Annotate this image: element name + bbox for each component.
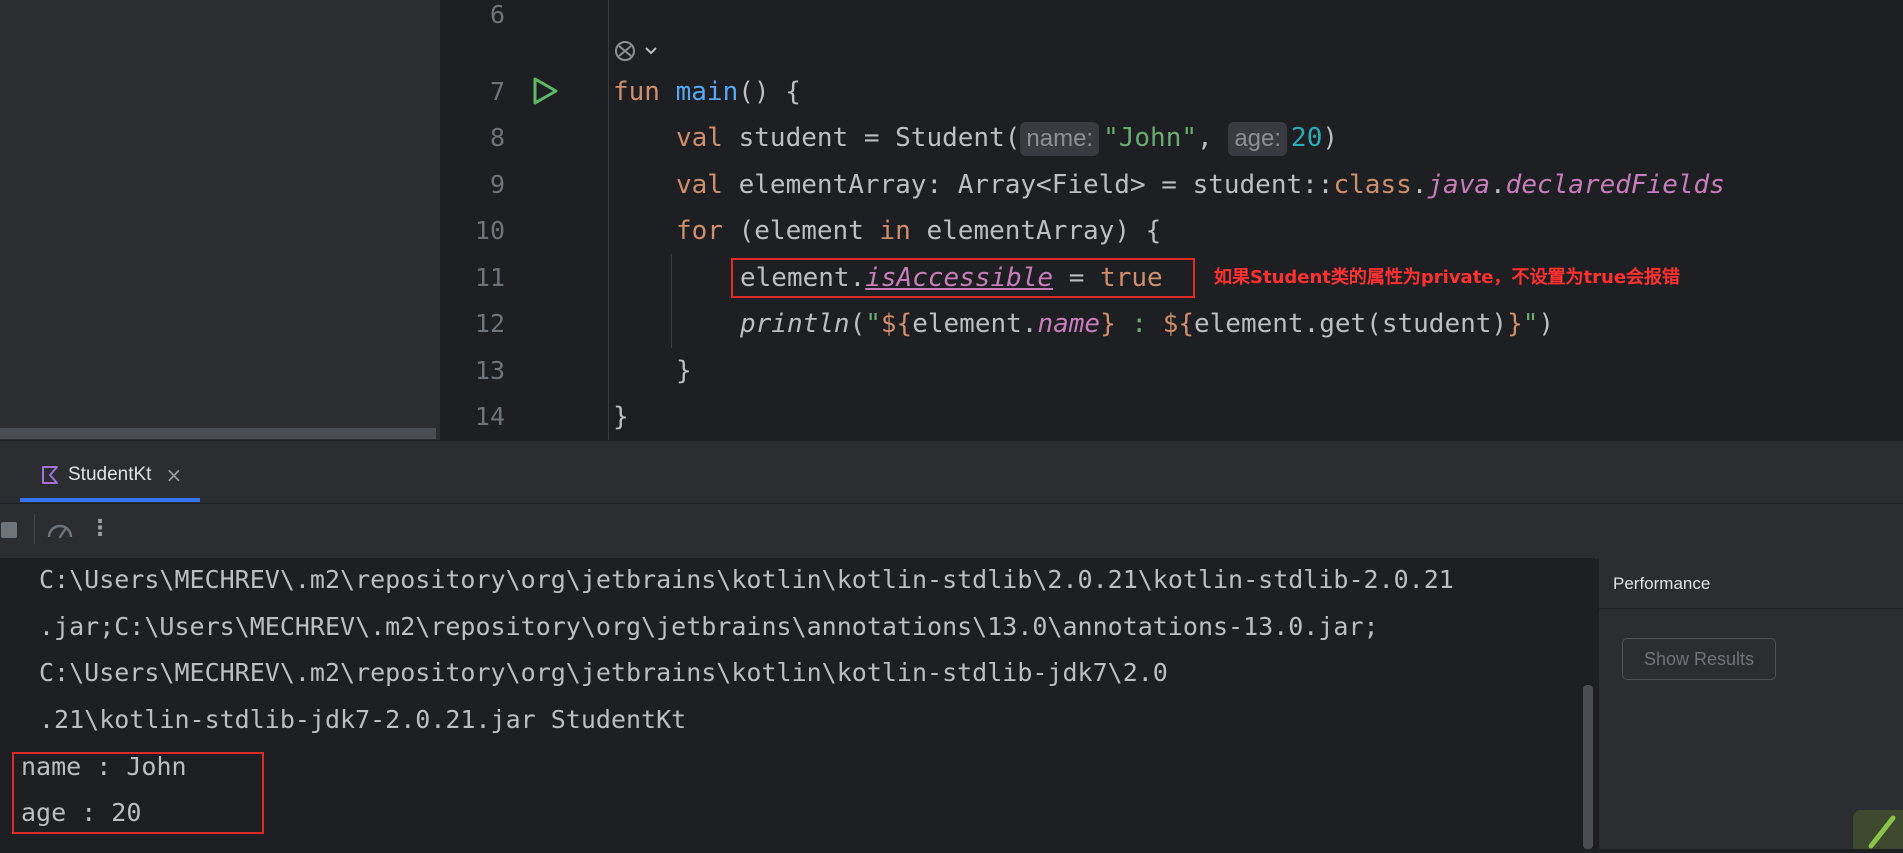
show-results-button[interactable]: Show Results [1622,638,1776,680]
line-number: 12 [474,309,505,338]
code-text: element.get(student) [1194,309,1508,339]
stop-icon[interactable] [1,522,17,538]
close-icon[interactable]: × [165,463,182,487]
keyword: class [1333,170,1412,200]
line-number: 6 [489,0,505,29]
profiler-icon[interactable] [46,517,74,543]
string-literal: " [865,309,881,339]
string-literal: : [1115,309,1163,339]
template-brace: } [1507,309,1523,339]
annotation-text: 如果Student类的属性为private，不设置为true会报错 [1214,267,1681,288]
code-text: student = Student( [722,123,1021,153]
template-brace: } [1100,309,1116,339]
code-editor[interactable] [443,0,1903,440]
code-text: ( [849,309,866,339]
performance-title: Performance [1613,574,1711,593]
line-number: 9 [489,170,505,199]
parameter-hint: name: [1020,122,1100,156]
parameter-hint: age: [1228,122,1288,156]
code-vision-icon[interactable] [612,38,660,64]
highlight-box [12,752,264,834]
more-options-icon[interactable]: ⋮ [89,516,111,541]
template-brace: ${ [1162,309,1194,339]
console-line: .21\kotlin-stdlib-jdk7-2.0.21.jar Studen… [39,705,687,734]
line-number: 10 [474,216,505,245]
gutter-divider [608,0,609,440]
keyword: in [879,216,911,246]
code-line-14: } [613,402,629,432]
line-number: 7 [489,77,505,106]
highlight-box [731,258,1195,298]
tab-label: StudentKt [68,464,152,485]
property: name [1037,309,1101,339]
keyword: for [676,216,723,246]
property: java [1427,170,1491,200]
tab-studentkt[interactable]: StudentKt × [20,448,200,502]
code-line-10: for (element in elementArray) { [676,214,1161,248]
code-line-12: println("${element.name} : ${element.get… [740,307,1554,341]
code-line-8: val student = Student(name: "John", age: 2… [676,121,1338,156]
line-number: 14 [474,402,505,431]
kotlin-icon [40,465,60,485]
string-literal: "John" [1103,123,1198,153]
console-line: C:\Users\MECHREV\.m2\repository\org\jetb… [39,658,1168,687]
line-number: 11 [474,263,505,292]
run-toolbar [0,503,1903,559]
keyword: val [676,123,723,153]
code-line-7: fun main() { [613,75,801,109]
code-text: ) [1538,309,1555,339]
code-text: element. [912,309,1038,339]
line-number: 13 [474,356,505,385]
string-literal: " [1522,309,1539,339]
code-text: (element [722,216,880,246]
code-text: elementArray) { [910,216,1162,246]
function-name: main [675,77,739,107]
line-number: 8 [489,123,505,152]
keyword: fun [613,77,660,107]
performance-panel [1598,558,1903,849]
code-line-9: val elementArray: Array<Field> = student… [676,168,1725,202]
code-text: () { [738,77,801,107]
code-text: elementArray: Array<Field> = student:: [722,170,1334,200]
run-icon[interactable] [530,76,560,106]
code-line-13: } [676,356,692,386]
code-text: , [1197,123,1229,153]
run-tool-window-header [0,440,1903,503]
plugin-badge-icon[interactable] [1853,810,1903,849]
vertical-scrollbar[interactable] [1583,685,1593,849]
keyword: val [676,170,723,200]
number-literal: 20 [1291,123,1323,153]
console-line: C:\Users\MECHREV\.m2\repository\org\jetb… [39,565,1454,594]
active-tab-indicator [20,498,200,502]
console-line: .jar;C:\Users\MECHREV\.m2\repository\org… [39,612,1379,641]
template-brace: ${ [880,309,913,339]
project-panel [0,0,440,440]
horizontal-scrollbar[interactable] [0,428,436,439]
divider [1598,608,1903,609]
function-call: println [740,309,850,339]
property: declaredFields [1505,170,1725,200]
code-text: ) [1322,123,1339,153]
code-text: . [1411,170,1428,200]
code-text: . [1490,170,1506,200]
indent-guide [671,254,672,348]
toolbar-separator [34,514,35,544]
